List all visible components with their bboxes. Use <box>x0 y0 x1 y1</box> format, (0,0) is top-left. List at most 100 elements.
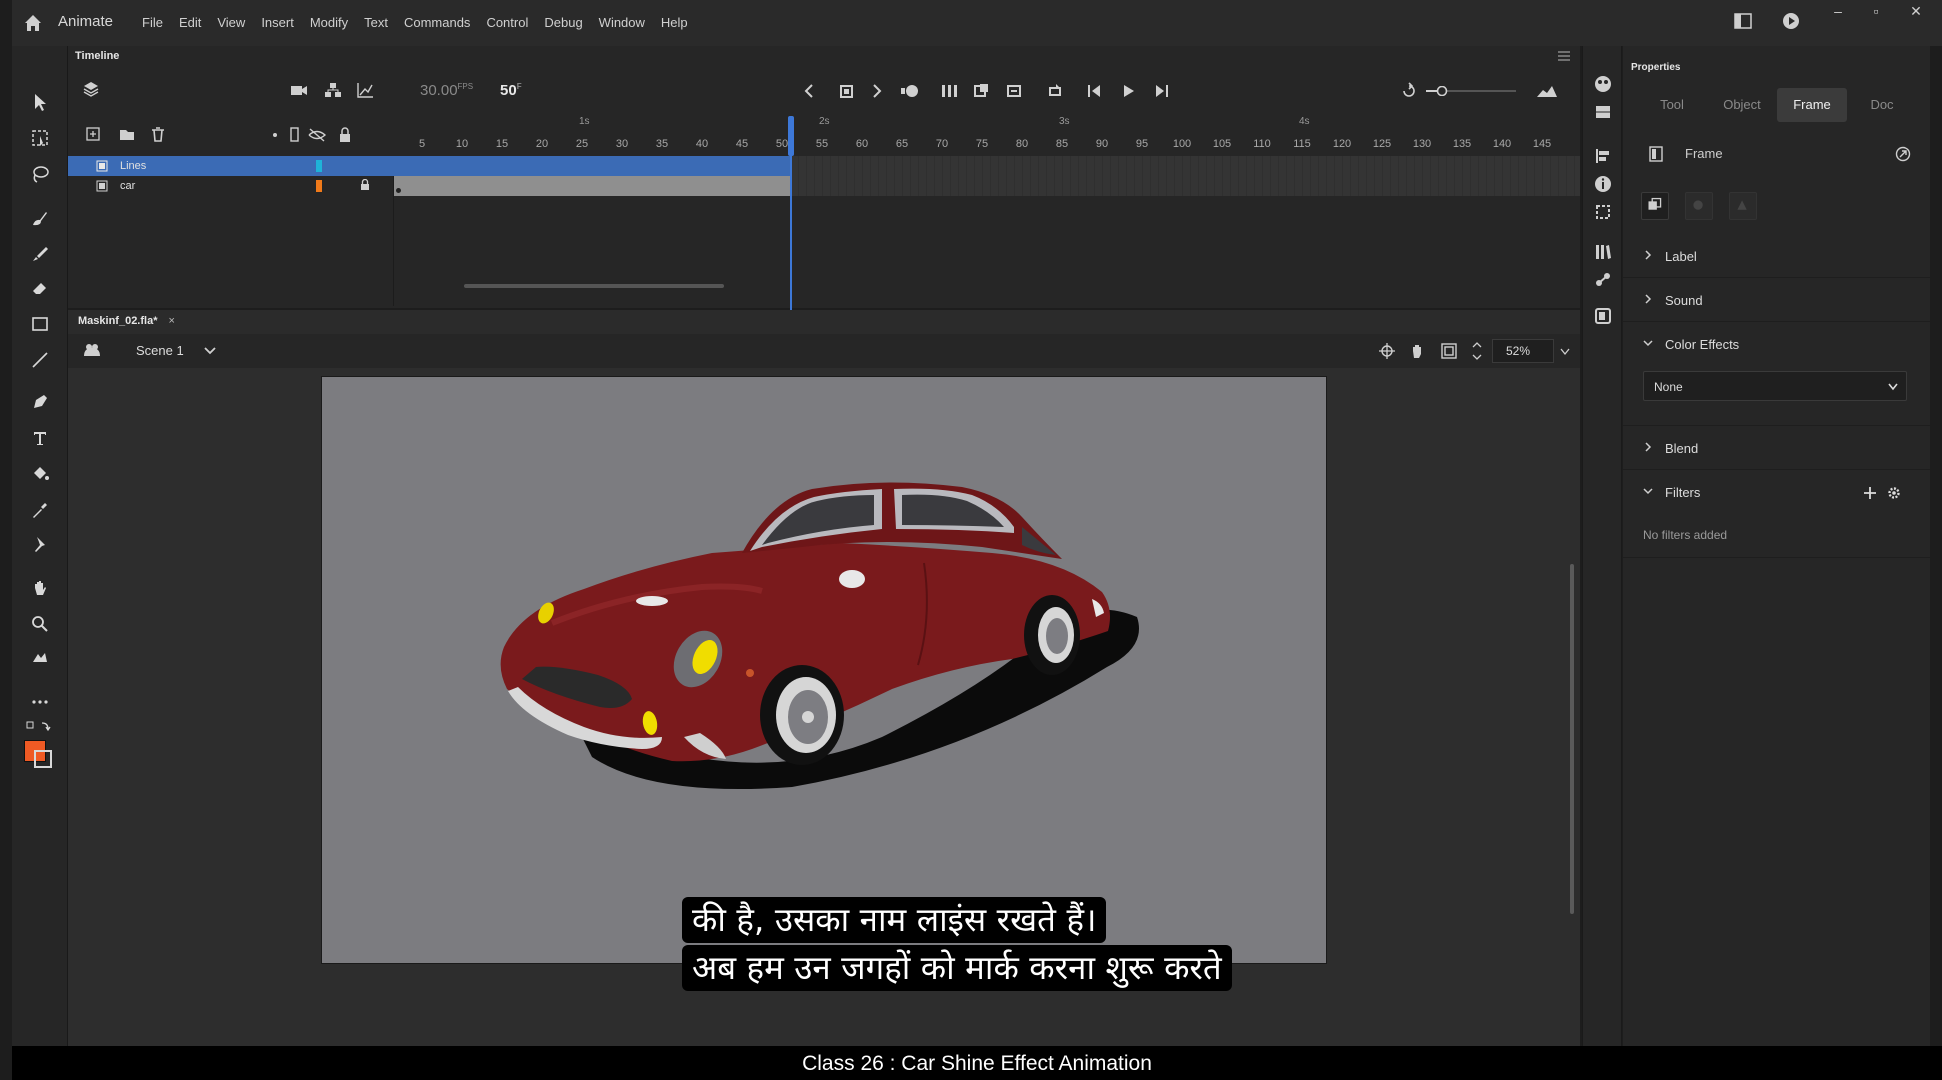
layers-icon[interactable] <box>82 80 100 98</box>
convert-frames-button[interactable] <box>1641 192 1669 220</box>
add-filter-icon[interactable] <box>1863 486 1877 500</box>
close-tab-icon[interactable]: × <box>169 315 175 327</box>
tab-frame[interactable]: Frame <box>1777 88 1847 122</box>
menu-insert[interactable]: Insert <box>261 15 294 30</box>
paint-bucket-tool-icon[interactable] <box>28 462 52 486</box>
pin-tool-icon[interactable] <box>28 532 52 556</box>
empty-frames[interactable] <box>790 156 1580 196</box>
label-section[interactable]: Label <box>1623 236 1930 278</box>
scene-name[interactable]: Scene 1 <box>136 343 184 358</box>
rotate-stage-icon[interactable] <box>1408 342 1426 360</box>
menu-modify[interactable]: Modify <box>310 15 348 30</box>
color-effect-select[interactable]: None <box>1643 371 1907 401</box>
zoom-stepper-icon[interactable] <box>1472 340 1482 362</box>
timeline-ruler[interactable]: 1s 2s 3s 4s 5 10 15 20 25 30 35 40 45 50 55 60 65 70 7… <box>394 112 1580 156</box>
stroke-color-swatch[interactable] <box>34 750 52 768</box>
menu-debug[interactable]: Debug <box>544 15 582 30</box>
pen-tool-icon[interactable] <box>28 390 52 414</box>
menu-file[interactable]: File <box>142 15 163 30</box>
playhead-line[interactable] <box>790 150 792 336</box>
document-tab[interactable]: Maskinf_02.fla* × <box>78 315 175 327</box>
eyedropper-tool-icon[interactable] <box>28 498 52 522</box>
frames-grid[interactable] <box>394 156 1580 306</box>
scene-icon[interactable] <box>82 342 102 360</box>
menu-help[interactable]: Help <box>661 15 688 30</box>
keyframe-marker[interactable] <box>396 188 401 193</box>
menu-window[interactable]: Window <box>599 15 645 30</box>
clip-content-icon[interactable] <box>1440 342 1458 360</box>
menu-view[interactable]: View <box>217 15 245 30</box>
lock-icon[interactable] <box>360 179 370 191</box>
timeline-scrollbar[interactable] <box>464 284 724 288</box>
layer-color-marker[interactable] <box>316 160 322 172</box>
home-icon[interactable] <box>22 12 44 34</box>
graph-icon[interactable] <box>356 82 374 98</box>
shape-tween-button-disabled[interactable] <box>1729 192 1757 220</box>
panel-menu-icon[interactable] <box>1558 51 1570 61</box>
fluid-brush-tool-icon[interactable] <box>28 206 52 230</box>
layer-parenting-icon[interactable] <box>324 82 342 98</box>
help-link-icon[interactable] <box>1895 146 1911 162</box>
zoom-tool-icon[interactable] <box>28 612 52 636</box>
swap-colors-icon[interactable] <box>26 720 52 734</box>
loop-icon[interactable] <box>1400 82 1418 100</box>
layer-color-marker[interactable] <box>316 180 322 192</box>
components-panel-icon[interactable] <box>1593 270 1613 290</box>
scene-dropdown-icon[interactable] <box>204 346 216 356</box>
menu-commands[interactable]: Commands <box>404 15 470 30</box>
info-panel-icon[interactable] <box>1593 174 1613 194</box>
ruler-number: 40 <box>695 138 709 150</box>
selection-tool-icon[interactable] <box>28 90 52 114</box>
frame-size-icon[interactable] <box>1536 84 1558 98</box>
text-tool-icon[interactable] <box>28 426 52 450</box>
line-tool-icon[interactable] <box>28 348 52 372</box>
stage-scrollbar[interactable] <box>1570 564 1574 914</box>
color-panel-icon[interactable] <box>1593 74 1613 94</box>
current-frame-display[interactable]: 50F <box>500 82 522 99</box>
zoom-dropdown-icon[interactable] <box>1560 348 1570 356</box>
assets-panel-icon[interactable] <box>1593 306 1613 326</box>
swatches-panel-icon[interactable] <box>1593 102 1613 122</box>
layer-row-lines[interactable]: Lines <box>68 156 394 176</box>
tween-button-disabled[interactable] <box>1685 192 1713 220</box>
center-stage-icon[interactable] <box>1378 342 1396 360</box>
align-panel-icon[interactable] <box>1593 146 1613 166</box>
tab-object[interactable]: Object <box>1707 88 1777 122</box>
blend-section[interactable]: Blend <box>1623 428 1930 470</box>
tab-tool[interactable]: Tool <box>1637 88 1707 122</box>
test-movie-icon[interactable] <box>1782 12 1800 30</box>
gear-icon[interactable] <box>1887 486 1901 500</box>
layer-name[interactable]: car <box>120 180 135 192</box>
eraser-tool-icon[interactable] <box>28 276 52 300</box>
layer-row-car[interactable]: car <box>68 176 394 196</box>
car-illustration[interactable] <box>322 377 1328 965</box>
stage-canvas[interactable] <box>321 376 1327 964</box>
free-transform-tool-icon[interactable] <box>28 126 52 150</box>
camera-tool-icon[interactable] <box>28 646 52 670</box>
minimize-button[interactable]: – <box>1822 0 1854 22</box>
sound-section[interactable]: Sound <box>1623 280 1930 322</box>
tab-doc[interactable]: Doc <box>1847 88 1917 122</box>
library-panel-icon[interactable] <box>1593 242 1613 262</box>
more-tools-icon[interactable] <box>28 690 52 714</box>
chevron-right-icon <box>1645 294 1652 304</box>
layer-name[interactable]: Lines <box>120 160 146 172</box>
car-frame-span[interactable] <box>394 176 790 196</box>
fps-display[interactable]: 30.00FPS <box>420 82 473 99</box>
close-button[interactable]: ✕ <box>1900 0 1932 22</box>
zoom-field[interactable]: 52% <box>1492 339 1554 363</box>
lasso-tool-icon[interactable] <box>28 162 52 186</box>
transform-panel-icon[interactable] <box>1593 202 1613 222</box>
maximize-button[interactable]: ▫ <box>1860 0 1892 22</box>
menu-edit[interactable]: Edit <box>179 15 201 30</box>
hand-tool-icon[interactable] <box>28 576 52 600</box>
camera-icon[interactable] <box>290 82 308 98</box>
filters-section[interactable]: Filters No filters added <box>1623 472 1930 558</box>
paint-brush-tool-icon[interactable] <box>28 242 52 266</box>
menu-text[interactable]: Text <box>364 15 388 30</box>
rectangle-tool-icon[interactable] <box>28 312 52 336</box>
workspace-layout-icon[interactable] <box>1734 13 1752 29</box>
menu-control[interactable]: Control <box>486 15 528 30</box>
lines-frame-span[interactable] <box>394 156 790 176</box>
frame-width-slider[interactable] <box>1426 86 1516 96</box>
